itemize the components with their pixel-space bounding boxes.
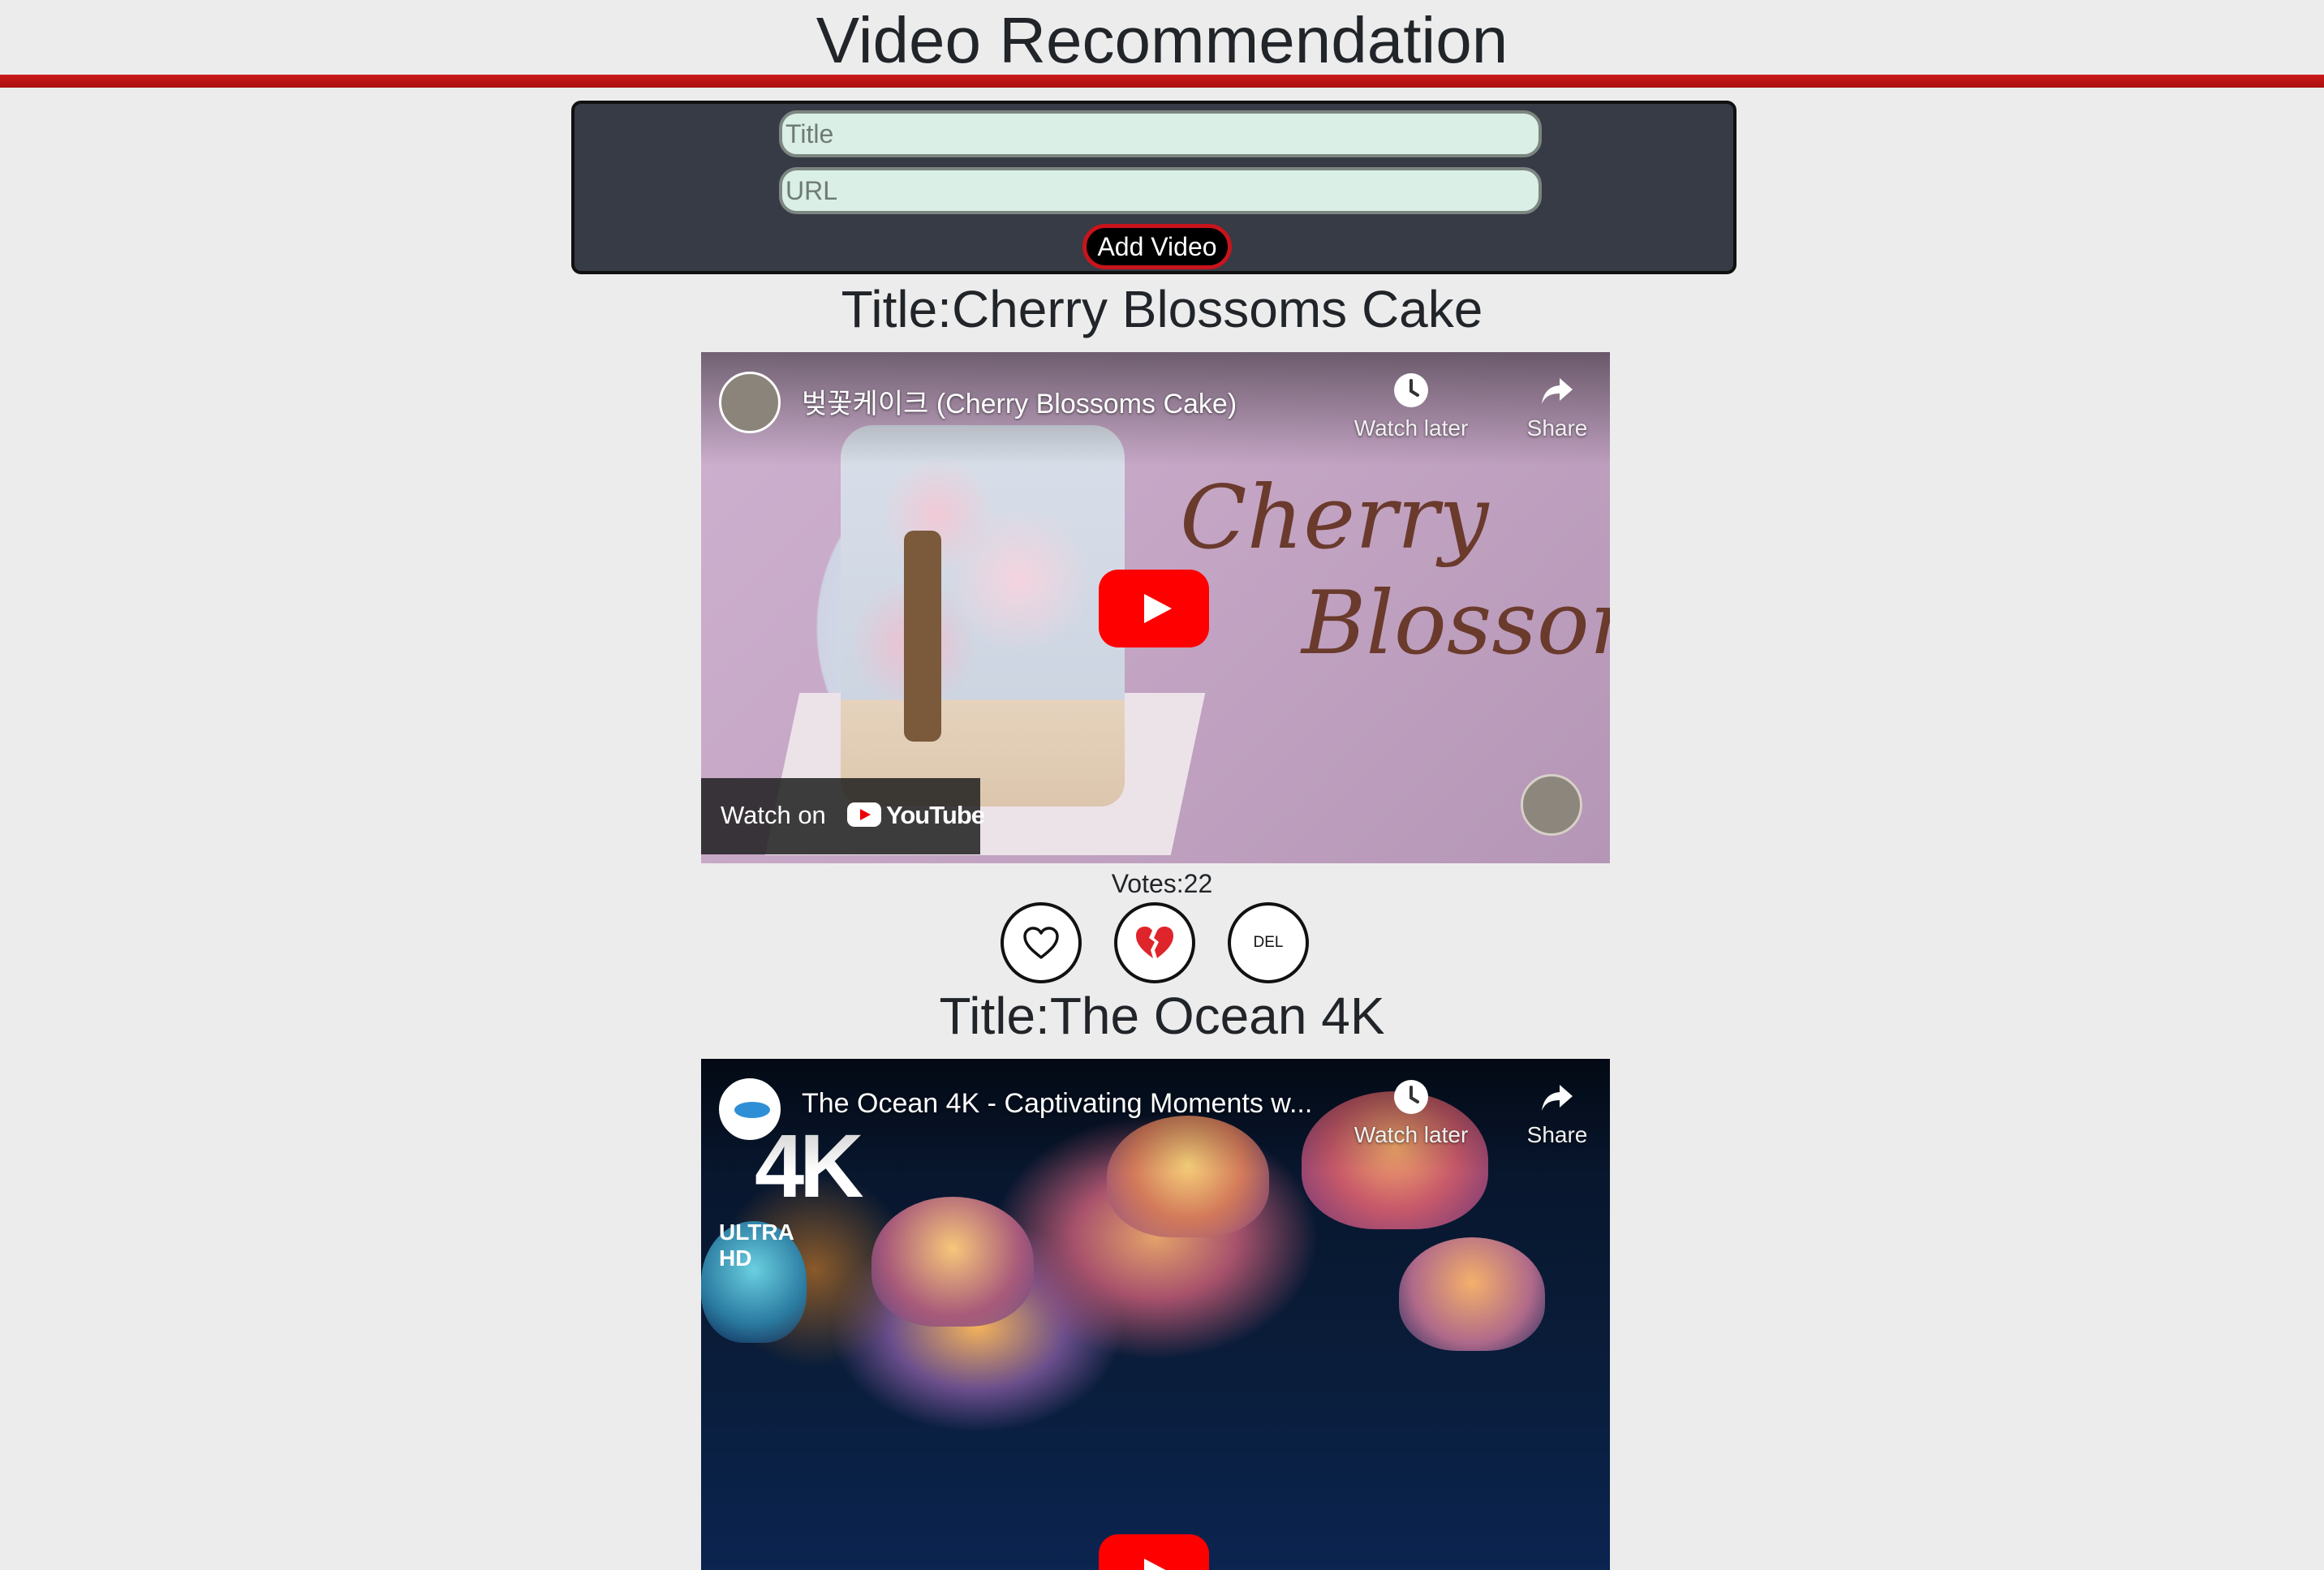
watch-on-youtube-button[interactable]: Watch on YouTube	[701, 778, 985, 854]
share-arrow-icon	[1542, 1085, 1573, 1111]
share-button[interactable]: Share	[1513, 1078, 1602, 1148]
url-input[interactable]	[779, 167, 1542, 214]
add-video-button[interactable]: Add Video	[1082, 224, 1232, 269]
channel-watermark[interactable]	[1521, 774, 1582, 836]
delete-button[interactable]: DEL	[1228, 902, 1309, 983]
page-title: Video Recommendation	[816, 4, 1508, 76]
share-arrow-icon	[1542, 378, 1573, 404]
video-caption[interactable]: 벚꽃케이크 (Cherry Blossoms Cake)	[802, 381, 1354, 421]
thumbnail-script-blossom: Blossom	[1302, 573, 1610, 674]
thumbnail-cake	[841, 425, 1125, 807]
title-input[interactable]	[779, 110, 1542, 157]
thumbnail-script-cherry: Cherry	[1180, 467, 1489, 569]
channel-avatar[interactable]	[719, 372, 781, 433]
watch-on-label: Watch on	[721, 801, 826, 829]
youtube-logo-icon	[847, 802, 881, 827]
watch-later-label: Watch later	[1354, 415, 1469, 441]
watch-later-button[interactable]: Watch later	[1342, 1078, 1480, 1148]
youtube-wordmark: YouTube	[886, 801, 985, 829]
share-label: Share	[1526, 415, 1588, 441]
app-header: Video Recommendation	[0, 0, 2324, 88]
badge-ultra-hd: ULTRA HD	[719, 1219, 794, 1271]
share-button[interactable]: Share	[1513, 372, 1602, 441]
thumbnail-jellyfish	[872, 1197, 1034, 1327]
upvote-button[interactable]	[1001, 902, 1082, 983]
broken-heart-icon	[1136, 927, 1173, 958]
channel-avatar[interactable]	[719, 1078, 781, 1140]
video-player[interactable]: Cherry Blossom 벚꽃케이크 (Cherry Blossoms Ca…	[701, 352, 1610, 863]
video-player[interactable]: 4K ULTRA HD The Ocean 4K - Captivating M…	[701, 1059, 1610, 1570]
votes-count: Votes:22	[1111, 869, 1213, 898]
downvote-button[interactable]	[1114, 902, 1195, 983]
heart-icon	[1023, 927, 1059, 959]
thumbnail-tree-trunk	[904, 531, 941, 742]
clock-icon	[1394, 1080, 1428, 1114]
video-caption[interactable]: The Ocean 4K - Captivating Moments w...	[802, 1088, 1354, 1120]
play-button[interactable]	[1099, 1534, 1209, 1570]
watch-later-label: Watch later	[1354, 1122, 1469, 1147]
video-title: Title:Cherry Blossoms Cake	[841, 280, 1483, 338]
add-video-form: Add Video	[571, 101, 1737, 274]
clock-icon	[1394, 373, 1428, 407]
header-divider	[0, 75, 2324, 88]
video-title: Title:The Ocean 4K	[939, 987, 1385, 1045]
watch-later-button[interactable]: Watch later	[1342, 372, 1480, 441]
share-label: Share	[1526, 1122, 1588, 1147]
play-button[interactable]	[1099, 570, 1209, 647]
thumbnail-jellyfish	[1399, 1237, 1545, 1351]
